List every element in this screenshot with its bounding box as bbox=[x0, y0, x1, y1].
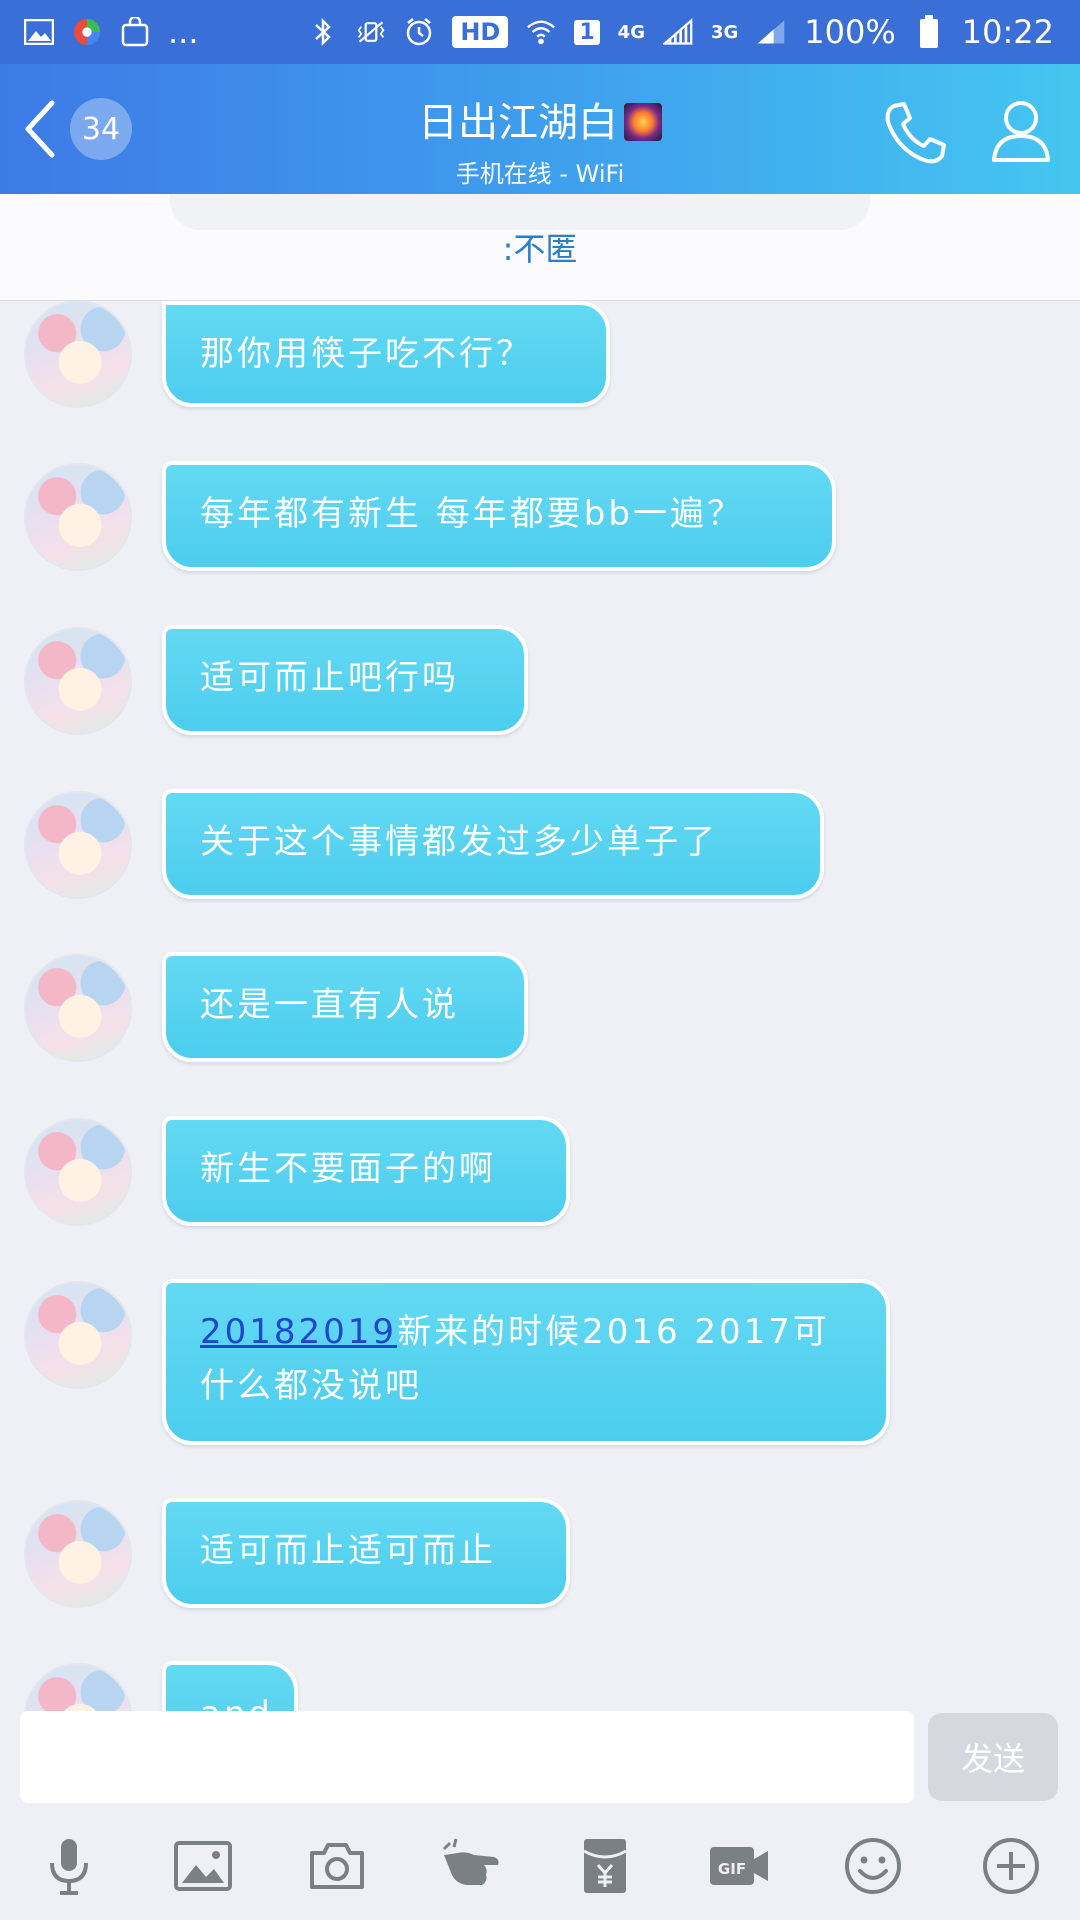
sender-avatar[interactable] bbox=[26, 1120, 130, 1224]
message-list[interactable]: 那你用筷子吃不行？ 每年都有新生 每年都要bb一遍？ 适可而止吧行吗 关于这个事… bbox=[0, 301, 1080, 1711]
send-button[interactable]: 发送 bbox=[928, 1713, 1058, 1801]
battery-percent: 100% bbox=[804, 13, 896, 51]
more-button[interactable] bbox=[976, 1831, 1046, 1901]
phone-icon bbox=[885, 102, 946, 164]
message-link[interactable]: 20182019 bbox=[200, 1312, 397, 1352]
message-bubble[interactable]: 适可而止适可而止 bbox=[162, 1498, 570, 1608]
chat-header: 34 日出江湖白 手机在线 - WiFi bbox=[0, 64, 1080, 194]
fireworks-icon bbox=[624, 103, 662, 141]
app-notification-icon bbox=[72, 17, 102, 47]
image-icon bbox=[174, 1841, 232, 1891]
sender-avatar[interactable] bbox=[26, 1502, 130, 1606]
gif-button[interactable]: GIF bbox=[704, 1831, 774, 1901]
signal-2-icon bbox=[756, 17, 786, 47]
call-button[interactable] bbox=[880, 98, 950, 168]
message-text: 新生不要面子的啊 bbox=[200, 1149, 496, 1189]
profile-button[interactable] bbox=[986, 96, 1056, 166]
camera-button[interactable] bbox=[302, 1831, 372, 1901]
sender-avatar[interactable] bbox=[26, 1283, 130, 1387]
svg-text:GIF: GIF bbox=[718, 1860, 746, 1878]
pinned-text: :不匿 bbox=[502, 230, 578, 268]
sender-avatar[interactable] bbox=[26, 302, 130, 406]
input-toolbar: GIF bbox=[0, 1831, 1080, 1911]
shopping-bag-icon bbox=[120, 17, 150, 47]
message-text: 关于这个事情都发过多少单子了 bbox=[200, 822, 718, 862]
image-button[interactable] bbox=[168, 1831, 238, 1901]
camera-icon bbox=[310, 1843, 364, 1889]
wifi-icon bbox=[526, 17, 556, 47]
plus-icon bbox=[983, 1838, 1039, 1894]
red-packet-button[interactable] bbox=[570, 1831, 640, 1901]
network-type-2: 3G bbox=[710, 21, 739, 43]
sender-avatar[interactable] bbox=[26, 629, 130, 733]
message-bubble[interactable]: 还是一直有人说 bbox=[162, 952, 528, 1062]
network-type-1: 4G bbox=[617, 21, 645, 43]
emoji-icon bbox=[845, 1838, 901, 1894]
poke-icon bbox=[442, 1838, 499, 1885]
clock: 10:22 bbox=[961, 13, 1054, 51]
message-text: 适可而止适可而止 bbox=[200, 1531, 496, 1571]
pinned-banner[interactable]: :不匿 bbox=[0, 194, 1080, 301]
red-packet-icon bbox=[583, 1839, 627, 1893]
message-text: 适可而止吧行吗 bbox=[200, 658, 459, 698]
sim-indicator: 1 bbox=[574, 19, 600, 45]
gif-icon: GIF bbox=[710, 1847, 768, 1885]
more-notifications: ... bbox=[168, 13, 199, 51]
alarm-icon bbox=[404, 17, 434, 47]
sender-avatar[interactable] bbox=[26, 1665, 130, 1711]
status-bar: ... HD 1 4G 3G 100% 10:22 bbox=[0, 0, 1080, 64]
message-text: 还是一直有人说 bbox=[200, 985, 459, 1025]
person-icon bbox=[992, 101, 1050, 162]
message-bubble[interactable]: 关于这个事情都发过多少单子了 bbox=[162, 789, 824, 899]
contact-name: 日出江湖白 bbox=[418, 100, 618, 146]
vibrate-icon bbox=[356, 17, 386, 47]
message-bubble[interactable]: 20182019新来的时候2016 2017可什么都没说吧 bbox=[162, 1279, 890, 1445]
message-bubble[interactable]: 适可而止吧行吗 bbox=[162, 625, 528, 735]
bluetooth-icon bbox=[308, 17, 338, 47]
hd-badge: HD bbox=[452, 16, 509, 48]
voice-button[interactable] bbox=[34, 1831, 104, 1901]
message-text: and bbox=[200, 1694, 273, 1711]
message-text: 那你用筷子吃不行？ bbox=[200, 334, 533, 374]
poke-button[interactable] bbox=[436, 1831, 506, 1901]
input-bar: 发送 GIF bbox=[0, 1711, 1080, 1920]
sender-avatar[interactable] bbox=[26, 793, 130, 897]
message-bubble[interactable]: 新生不要面子的啊 bbox=[162, 1116, 570, 1226]
battery-icon bbox=[914, 15, 944, 48]
gallery-notification-icon bbox=[24, 17, 54, 47]
mic-icon bbox=[50, 1839, 88, 1895]
message-input[interactable] bbox=[20, 1711, 914, 1803]
message-text: 每年都有新生 每年都要bb一遍？ bbox=[200, 494, 744, 534]
message-bubble[interactable]: and bbox=[162, 1661, 298, 1711]
sender-avatar[interactable] bbox=[26, 956, 130, 1060]
signal-icon bbox=[662, 17, 693, 47]
sender-avatar[interactable] bbox=[26, 465, 130, 569]
message-bubble[interactable]: 那你用筷子吃不行？ bbox=[162, 301, 610, 407]
emoji-button[interactable] bbox=[838, 1831, 908, 1901]
message-bubble[interactable]: 每年都有新生 每年都要bb一遍？ bbox=[162, 461, 836, 571]
